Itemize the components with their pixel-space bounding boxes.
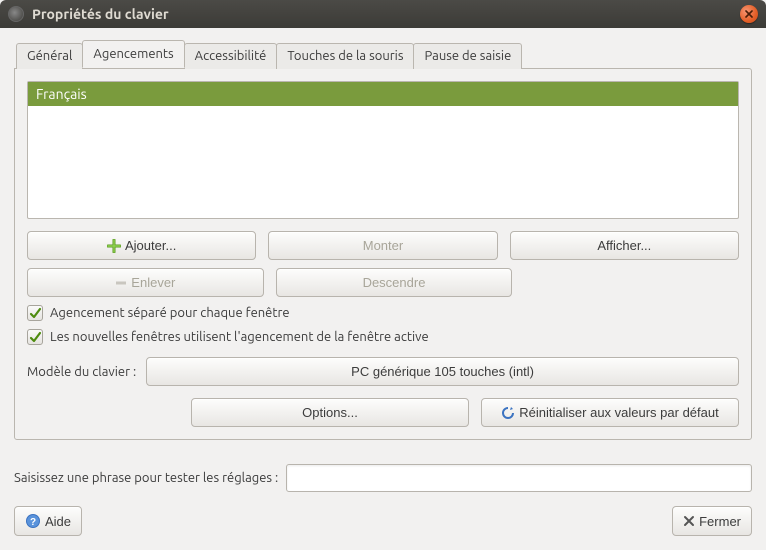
model-value: PC générique 105 touches (intl): [351, 364, 534, 379]
test-typing-input[interactable]: [286, 464, 752, 492]
footer-row: ? Aide Fermer: [14, 506, 752, 536]
tab-accessibility[interactable]: Accessibilité: [184, 43, 278, 69]
check-icon: [29, 307, 42, 320]
button-label: Aide: [45, 514, 71, 529]
button-label: Monter: [363, 238, 403, 253]
tab-panel-layouts: Français Ajouter... Monter Afficher... E…: [14, 68, 752, 440]
tab-label: Pause de saisie: [424, 49, 511, 63]
add-button[interactable]: Ajouter...: [27, 231, 256, 260]
tab-general[interactable]: Général: [16, 43, 83, 69]
titlebar: Propriétés du clavier: [0, 0, 766, 28]
button-label: Réinitialiser aux valeurs par défaut: [519, 405, 718, 420]
checkbox-label: Agencement séparé pour chaque fenêtre: [50, 306, 290, 320]
layout-buttons-row-2: Enlever Descendre: [27, 268, 739, 297]
test-typing-row: Saisissez une phrase pour tester les rég…: [14, 464, 752, 492]
check-newwin-row: Les nouvelles fenêtres utilisent l'agenc…: [27, 329, 739, 345]
keyboard-model-row: Modèle du clavier : PC générique 105 tou…: [27, 357, 739, 386]
check-icon: [29, 331, 42, 344]
window-close-button[interactable]: [740, 5, 758, 23]
button-label: Fermer: [699, 514, 741, 529]
move-up-button[interactable]: Monter: [268, 231, 497, 260]
model-label: Modèle du clavier :: [27, 365, 136, 379]
window-title: Propriétés du clavier: [32, 6, 740, 22]
tab-label: Accessibilité: [195, 49, 267, 63]
tab-label: Touches de la souris: [287, 49, 403, 63]
spacer: [524, 268, 739, 297]
layout-name: Français: [36, 86, 87, 102]
checkbox-new-windows-inherit[interactable]: [27, 329, 43, 345]
reload-icon: [501, 406, 515, 420]
tab-typingbreak[interactable]: Pause de saisie: [413, 43, 522, 69]
test-label: Saisissez une phrase pour tester les rég…: [14, 471, 278, 485]
button-label: Enlever: [131, 275, 175, 290]
tab-mousekeys[interactable]: Touches de la souris: [276, 43, 414, 69]
checkbox-label: Les nouvelles fenêtres utilisent l'agenc…: [50, 330, 429, 344]
tab-layouts[interactable]: Agencements: [82, 40, 184, 68]
close-button[interactable]: Fermer: [672, 506, 752, 536]
check-separate-row: Agencement séparé pour chaque fenêtre: [27, 305, 739, 321]
button-label: Afficher...: [597, 238, 651, 253]
add-icon: [107, 239, 121, 253]
spacer: [82, 506, 672, 536]
button-label: Descendre: [363, 275, 426, 290]
reset-defaults-button[interactable]: Réinitialiser aux valeurs par défaut: [481, 398, 739, 427]
show-button[interactable]: Afficher...: [510, 231, 739, 260]
layout-listbox[interactable]: Français: [27, 81, 739, 219]
remove-icon: [115, 277, 127, 289]
close-icon: [745, 10, 753, 18]
list-item[interactable]: Français: [28, 82, 738, 106]
help-icon: ?: [25, 513, 41, 529]
tab-label: Général: [27, 49, 72, 63]
button-label: Options...: [302, 405, 358, 420]
checkbox-separate-per-window[interactable]: [27, 305, 43, 321]
remove-button[interactable]: Enlever: [27, 268, 264, 297]
move-down-button[interactable]: Descendre: [276, 268, 513, 297]
tabs-row: Général Agencements Accessibilité Touche…: [14, 40, 752, 68]
layout-buttons-row-1: Ajouter... Monter Afficher...: [27, 231, 739, 260]
button-label: Ajouter...: [125, 238, 176, 253]
options-button[interactable]: Options...: [191, 398, 469, 427]
window-body: Général Agencements Accessibilité Touche…: [0, 28, 766, 550]
model-chooser-button[interactable]: PC générique 105 touches (intl): [146, 357, 739, 386]
options-row: Options... Réinitialiser aux valeurs par…: [27, 398, 739, 427]
close-icon: [683, 515, 695, 527]
app-icon: [8, 6, 24, 22]
tab-label: Agencements: [93, 47, 173, 61]
svg-text:?: ?: [30, 517, 36, 528]
help-button[interactable]: ? Aide: [14, 506, 82, 536]
